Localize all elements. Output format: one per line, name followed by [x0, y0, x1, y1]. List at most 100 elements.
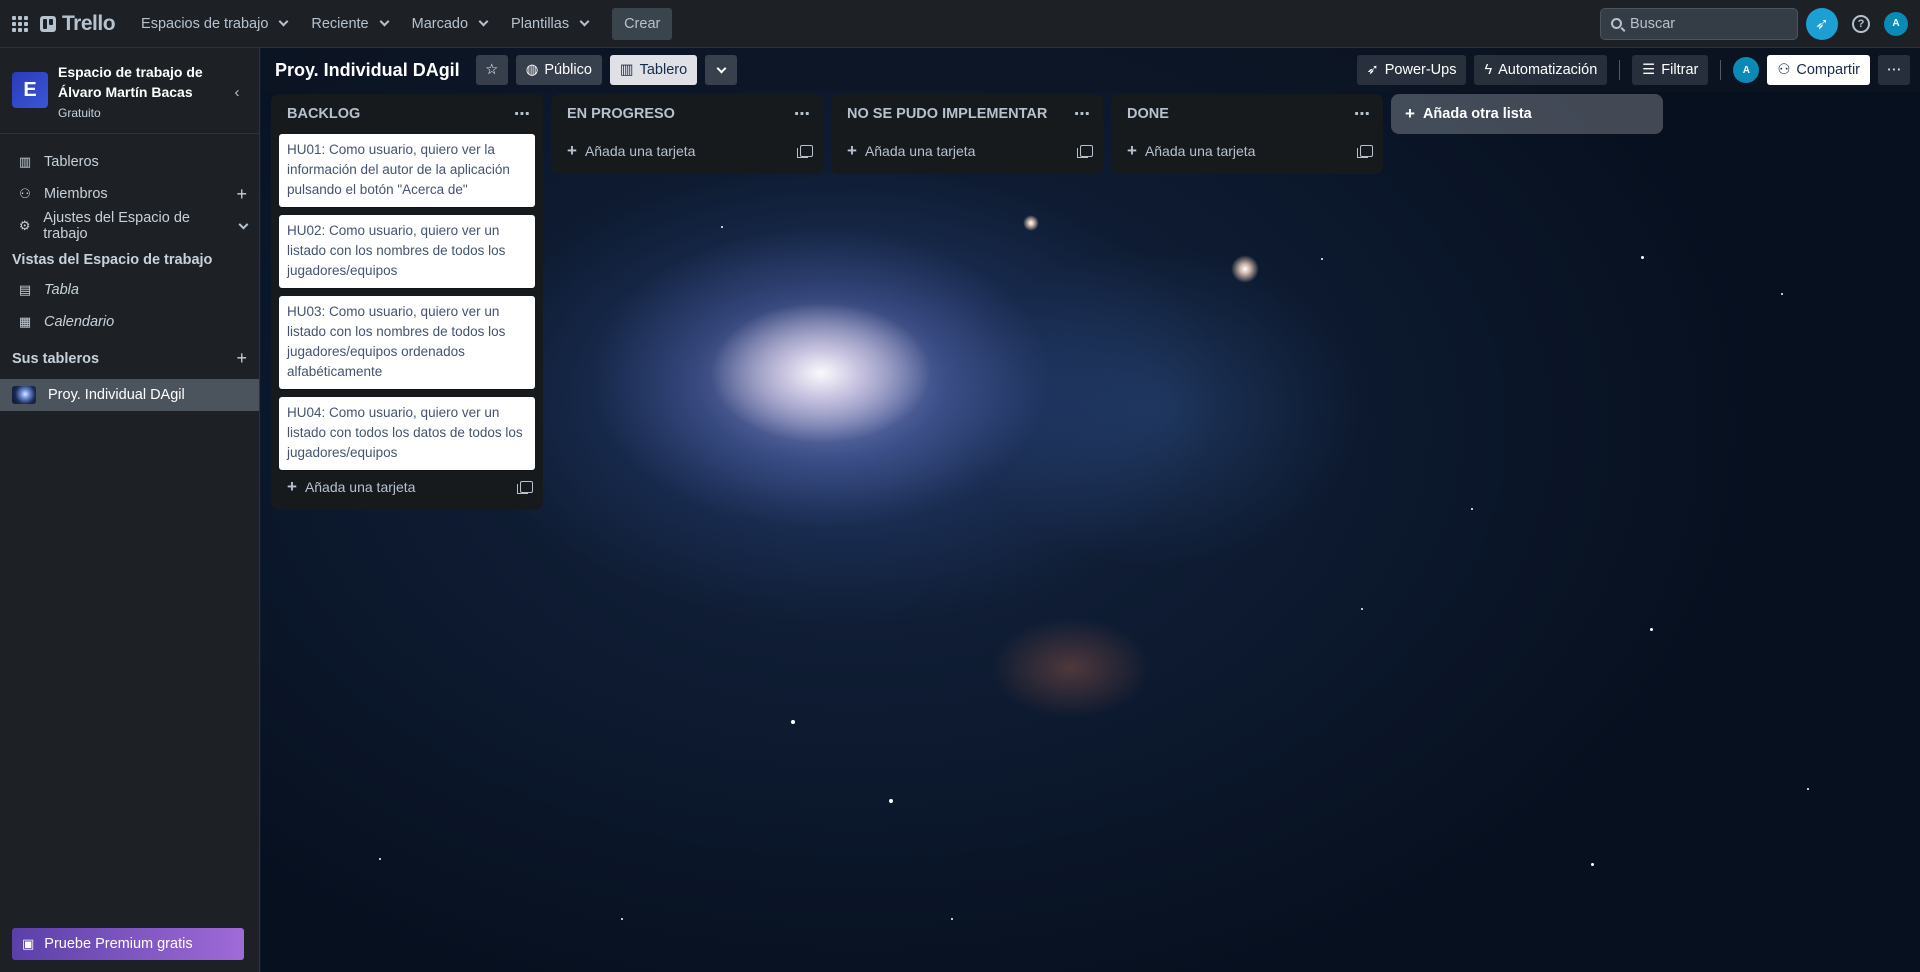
add-person-icon: ⚇ — [1777, 62, 1791, 78]
filter-label: Filtrar — [1661, 62, 1699, 78]
plus-icon: + — [1405, 104, 1415, 123]
help-icon[interactable]: ? — [1852, 14, 1870, 33]
nav-item-label: Marcado — [411, 15, 469, 32]
list-header[interactable]: NO SE PUDO IMPLEMENTAR ⋯ — [831, 94, 1103, 134]
search-icon — [1611, 18, 1622, 29]
more-icon[interactable]: ⋯ — [1354, 104, 1371, 124]
sidebar-board-item[interactable]: Proy. Individual DAgil — [0, 379, 259, 411]
top-navigation: Trello Espacios de trabajo Reciente Marc… — [0, 0, 1920, 48]
sidebar-item-members[interactable]: ⚇ Miembros + — [0, 178, 259, 210]
nav-item-label: Espacios de trabajo — [141, 15, 269, 32]
card[interactable]: HU01: Como usuario, quiero ver la inform… — [279, 134, 535, 207]
workspace-name[interactable]: Espacio de trabajo de Álvaro Martín Baca… — [58, 62, 217, 102]
chevron-down-icon — [716, 63, 727, 73]
workspace-header: E Espacio de trabajo de Álvaro Martín Ba… — [0, 48, 259, 134]
share-button[interactable]: ⚇ Compartir — [1767, 55, 1870, 85]
list-title[interactable]: BACKLOG — [287, 106, 360, 122]
chevron-down-icon — [478, 16, 489, 27]
add-board-icon[interactable]: + — [236, 348, 247, 369]
workspace-logo: E — [12, 72, 48, 108]
star-icon: ☆ — [485, 62, 499, 78]
list-header[interactable]: DONE ⋯ — [1111, 94, 1383, 134]
card-template-icon[interactable] — [797, 145, 813, 158]
settings-icon: ⚙ — [18, 218, 31, 233]
add-card-button[interactable]: + Añada una tarjeta — [551, 134, 823, 168]
trello-logo[interactable]: Trello — [40, 0, 129, 48]
more-icon[interactable]: ⋯ — [514, 104, 531, 124]
sidebar-board-label: Proy. Individual DAgil — [48, 387, 185, 403]
list-title[interactable]: NO SE PUDO IMPLEMENTAR — [847, 106, 1047, 122]
add-list-button[interactable]: + Añada otra lista — [1391, 94, 1663, 134]
star — [379, 858, 381, 860]
nav-recent-menu[interactable]: Reciente — [299, 8, 399, 40]
chevron-down-icon — [238, 219, 249, 229]
header-divider — [1720, 60, 1722, 80]
list-header[interactable]: BACKLOG ⋯ — [271, 94, 543, 134]
share-label: Compartir — [1796, 62, 1860, 78]
automation-button[interactable]: ϟ Automatización — [1474, 55, 1608, 85]
chevron-down-icon — [278, 16, 289, 27]
search-input[interactable]: Buscar — [1600, 7, 1798, 40]
members-icon: ⚇ — [19, 186, 31, 201]
sidebar-item-label: Tableros — [44, 154, 99, 170]
card-template-icon[interactable] — [1357, 145, 1373, 158]
board-view-button[interactable]: ▥ Tablero — [609, 55, 698, 85]
sidebar-item-table[interactable]: ▤ Tabla — [0, 274, 259, 306]
star — [1591, 863, 1594, 866]
sidebar-item-label: Calendario — [44, 314, 115, 330]
more-icon[interactable]: ⋯ — [794, 104, 811, 124]
nav-starred-menu[interactable]: Marcado — [400, 8, 499, 40]
more-icon[interactable]: ⋯ — [1074, 104, 1091, 124]
notifications-button[interactable]: ➶ — [1806, 7, 1838, 40]
views-dropdown-button[interactable] — [705, 55, 738, 85]
app-grid-icon — [12, 15, 28, 32]
rocket-icon: ➶ — [1815, 15, 1829, 33]
card-template-icon[interactable] — [517, 481, 533, 494]
sidebar-item-settings[interactable]: ⚙ Ajustes del Espacio de trabajo — [0, 210, 259, 242]
list-title[interactable]: EN PROGRESO — [567, 106, 675, 122]
collapse-sidebar-button[interactable]: ‹ — [227, 82, 247, 102]
powerups-button[interactable]: ➶ Power-Ups — [1356, 55, 1467, 85]
sidebar-item-label: Ajustes del Espacio de trabajo — [43, 210, 190, 242]
filter-button[interactable]: ☰ Filtrar — [1632, 55, 1709, 85]
nav-workspaces-menu[interactable]: Espacios de trabajo — [129, 8, 299, 40]
card[interactable]: HU02: Como usuario, quiero ver un listad… — [279, 215, 535, 288]
premium-trial-button[interactable]: ▣ Pruebe Premium gratis — [12, 928, 244, 960]
filter-icon: ☰ — [1642, 62, 1656, 78]
list-done: DONE ⋯ + Añada una tarjeta — [1111, 94, 1383, 174]
card-template-icon[interactable] — [1077, 145, 1093, 158]
board-menu-button[interactable]: ⋯ — [1878, 55, 1910, 85]
card[interactable]: HU04: Como usuario, quiero ver un listad… — [279, 397, 535, 470]
views-heading-label: Vistas del Espacio de trabajo — [12, 252, 213, 268]
app-switcher-button[interactable] — [0, 0, 40, 48]
list-in-progress: EN PROGRESO ⋯ + Añada una tarjeta — [551, 94, 823, 174]
calendar-icon: ▦ — [18, 314, 32, 329]
board-lists: BACKLOG ⋯ HU01: Como usuario, quiero ver… — [271, 94, 1663, 510]
star — [889, 799, 893, 803]
visibility-button[interactable]: ◍ Público — [515, 55, 602, 85]
globe-icon: ◍ — [525, 62, 539, 78]
sidebar-item-boards[interactable]: ▥ Tableros — [0, 146, 259, 178]
star-board-button[interactable]: ☆ — [475, 55, 508, 85]
card-list: HU01: Como usuario, quiero ver la inform… — [271, 134, 543, 470]
board-canvas: Proy. Individual DAgil ☆ ◍ Público ▥ Tab… — [261, 48, 1920, 972]
create-button[interactable]: Crear — [612, 7, 673, 40]
add-card-button[interactable]: + Añada una tarjeta — [1111, 134, 1383, 168]
account-avatar[interactable]: A — [1884, 11, 1908, 36]
add-list-label: Añada otra lista — [1422, 106, 1532, 122]
add-card-button[interactable]: + Añada una tarjeta — [831, 134, 1103, 168]
member-avatar[interactable]: A — [1733, 57, 1760, 83]
sidebar-item-calendar[interactable]: ▦ Calendario — [0, 306, 259, 338]
star — [1781, 293, 1783, 295]
nav-templates-menu[interactable]: Plantillas — [499, 8, 600, 40]
list-header[interactable]: EN PROGRESO ⋯ — [551, 94, 823, 134]
add-card-button[interactable]: + Añada una tarjeta — [271, 470, 543, 504]
board-title[interactable]: Proy. Individual DAgil — [275, 60, 468, 81]
star — [951, 918, 953, 920]
add-member-icon[interactable]: + — [236, 184, 247, 205]
star — [1361, 608, 1363, 610]
list-title[interactable]: DONE — [1127, 106, 1169, 122]
card[interactable]: HU03: Como usuario, quiero ver un listad… — [279, 296, 535, 389]
board-header-actions: ➶ Power-Ups ϟ Automatización ☰ Filtrar A… — [1356, 55, 1920, 85]
table-icon: ▤ — [18, 282, 32, 297]
